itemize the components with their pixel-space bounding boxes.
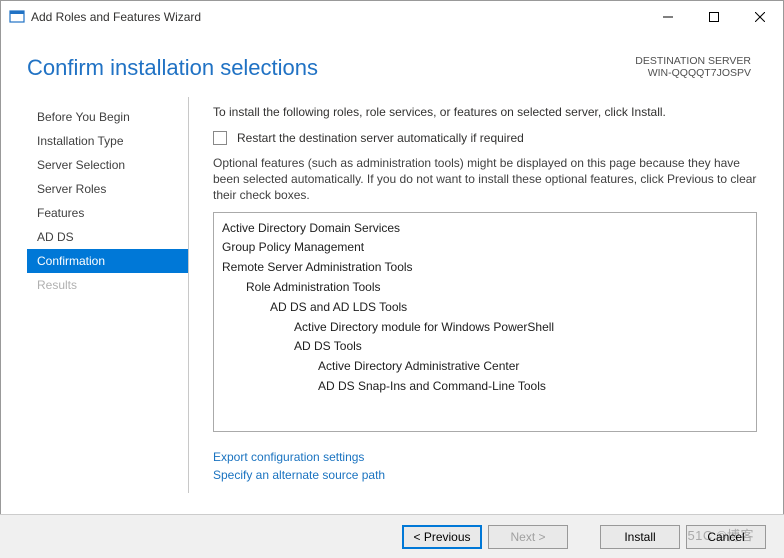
- list-item: AD DS and AD LDS Tools: [222, 298, 748, 318]
- destination-server: WIN-QQQQT7JOSPV: [635, 67, 751, 79]
- destination-info: DESTINATION SERVER WIN-QQQQT7JOSPV: [635, 55, 751, 79]
- app-icon: [9, 9, 25, 25]
- nav-server-selection[interactable]: Server Selection: [27, 153, 188, 177]
- footer: < Previous Next > Install Cancel: [0, 514, 784, 558]
- cancel-button[interactable]: Cancel: [686, 525, 766, 549]
- page-title: Confirm installation selections: [27, 55, 318, 81]
- nav-features[interactable]: Features: [27, 201, 188, 225]
- content: To install the following roles, role ser…: [189, 97, 757, 493]
- close-button[interactable]: [737, 2, 783, 32]
- nav-installation-type[interactable]: Installation Type: [27, 129, 188, 153]
- nav-before-you-begin[interactable]: Before You Begin: [27, 105, 188, 129]
- titlebar: Add Roles and Features Wizard: [1, 1, 783, 33]
- optional-features-note: Optional features (such as administratio…: [213, 155, 757, 204]
- alternate-path-link[interactable]: Specify an alternate source path: [213, 466, 757, 484]
- nav-server-roles[interactable]: Server Roles: [27, 177, 188, 201]
- export-config-link[interactable]: Export configuration settings: [213, 448, 757, 466]
- restart-checkbox-row[interactable]: Restart the destination server automatic…: [213, 131, 757, 145]
- header: Confirm installation selections DESTINAT…: [1, 33, 783, 97]
- sidebar: Before You Begin Installation Type Serve…: [27, 97, 189, 493]
- minimize-button[interactable]: [645, 2, 691, 32]
- nav-ad-ds[interactable]: AD DS: [27, 225, 188, 249]
- window-title: Add Roles and Features Wizard: [31, 10, 645, 24]
- links: Export configuration settings Specify an…: [213, 448, 757, 484]
- list-item: AD DS Tools: [222, 337, 748, 357]
- install-button[interactable]: Install: [600, 525, 680, 549]
- restart-checkbox-label: Restart the destination server automatic…: [237, 131, 524, 145]
- maximize-button[interactable]: [691, 2, 737, 32]
- destination-label: DESTINATION SERVER: [635, 55, 751, 67]
- list-item: Active Directory Domain Services: [222, 219, 748, 239]
- list-item: Active Directory Administrative Center: [222, 357, 748, 377]
- restart-checkbox[interactable]: [213, 131, 227, 145]
- list-item: Group Policy Management: [222, 238, 748, 258]
- nav-confirmation[interactable]: Confirmation: [27, 249, 188, 273]
- window-controls: [645, 2, 783, 32]
- list-item: Remote Server Administration Tools: [222, 258, 748, 278]
- next-button: Next >: [488, 525, 568, 549]
- list-item: Active Directory module for Windows Powe…: [222, 318, 748, 338]
- list-item: Role Administration Tools: [222, 278, 748, 298]
- intro-text: To install the following roles, role ser…: [213, 105, 757, 119]
- previous-button[interactable]: < Previous: [402, 525, 482, 549]
- list-item: AD DS Snap-Ins and Command-Line Tools: [222, 377, 748, 397]
- nav-results: Results: [27, 273, 188, 297]
- selections-list: Active Directory Domain Services Group P…: [213, 212, 757, 432]
